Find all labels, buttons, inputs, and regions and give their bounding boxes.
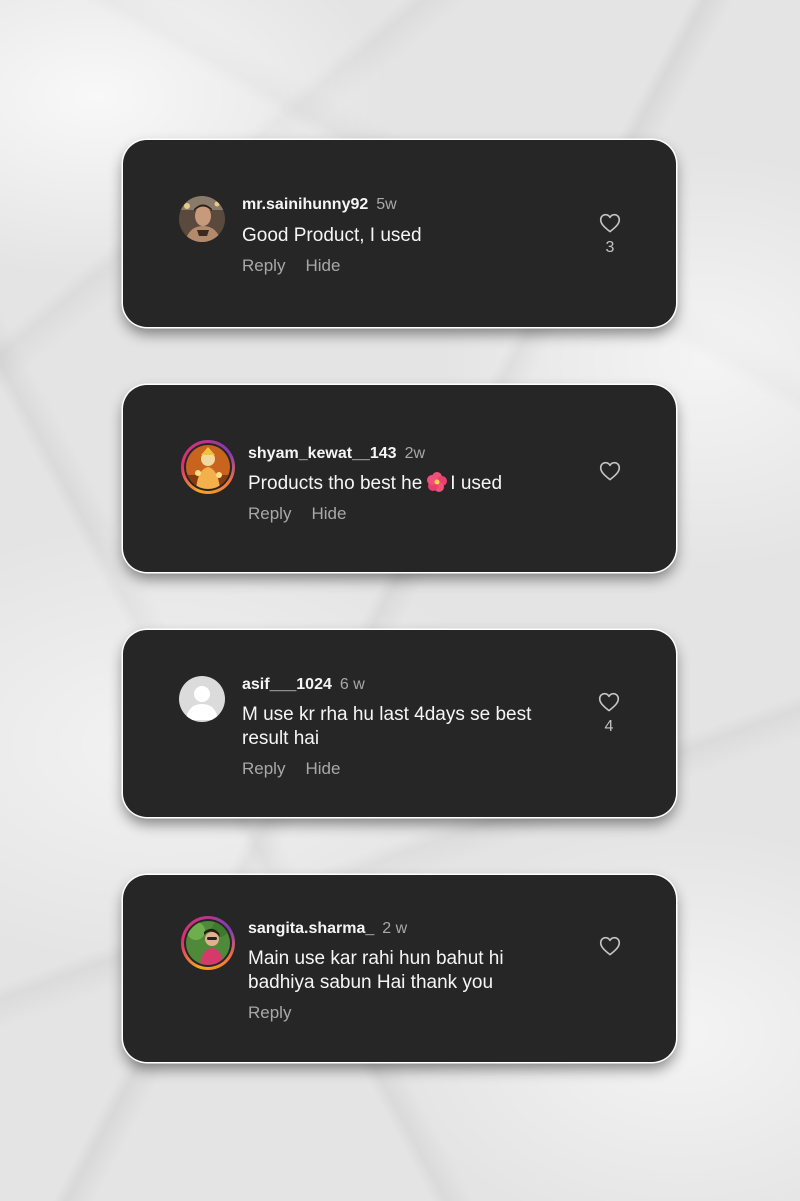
profile-photo-icon	[179, 196, 225, 242]
comment-card-3: asif___1024 6 w M use kr rha hu last 4day…	[123, 630, 676, 817]
like-area	[595, 936, 625, 956]
reply-button[interactable]: Reply	[242, 256, 285, 276]
like-count: 3	[605, 239, 615, 256]
avatar	[186, 445, 230, 489]
user-line: mr.sainihunny92 5w	[242, 195, 397, 215]
avatar-story-ring[interactable]	[181, 916, 235, 970]
comment-text: Products tho best he I used	[248, 472, 502, 499]
reply-button[interactable]: Reply	[242, 759, 285, 779]
avatar-ring-gap	[184, 443, 232, 491]
like-area: 3	[595, 213, 625, 257]
hide-button[interactable]: Hide	[305, 256, 340, 276]
like-area	[595, 461, 625, 481]
comment-text: Main use kar rahi hun bahut hi badhiya s…	[248, 947, 504, 995]
heart-icon[interactable]	[599, 936, 621, 956]
like-count: 4	[604, 718, 614, 735]
comment-text-line-2: badhiya sabun Hai thank you	[248, 972, 494, 993]
hibiscus-flower-icon	[426, 472, 448, 499]
comment-text-line-2: result hai	[242, 728, 320, 749]
username[interactable]: sangita.sharma_	[248, 920, 374, 937]
reply-button[interactable]: Reply	[248, 504, 291, 524]
comment-text-after: I used	[450, 473, 503, 494]
comment-text-line-1: Main use kar rahi hun bahut hi	[248, 948, 504, 969]
comment-text: Good Product, I used	[242, 225, 422, 246]
avatar-story-ring[interactable]	[181, 440, 235, 494]
timestamp: 5w	[376, 196, 397, 213]
comment-card-2: shyam_kewat__143 2w Products tho best he …	[123, 385, 676, 572]
comment-text-line-1: M use kr rha hu last 4days se best	[242, 704, 532, 725]
avatar	[186, 921, 230, 965]
profile-photo-icon	[186, 445, 230, 489]
heart-icon[interactable]	[599, 461, 621, 481]
username[interactable]: mr.sainihunny92	[242, 196, 368, 213]
heart-icon[interactable]	[598, 692, 620, 712]
reply-button[interactable]: Reply	[248, 1003, 291, 1023]
user-line: sangita.sharma_ 2 w	[248, 919, 407, 939]
profile-photo-icon	[186, 921, 230, 965]
timestamp: 2w	[404, 445, 426, 462]
comment-text: M use kr rha hu last 4days se best resul…	[242, 703, 531, 751]
hide-button[interactable]: Hide	[305, 759, 340, 779]
comment-actions: Reply Hide	[242, 759, 340, 779]
comment-actions: Reply Hide	[248, 504, 346, 524]
avatar[interactable]	[179, 676, 225, 722]
heart-icon[interactable]	[599, 213, 621, 233]
comment-actions: Reply Hide	[242, 256, 340, 276]
user-line: asif___1024 6 w	[242, 675, 365, 695]
comment-card-1: mr.sainihunny92 5w Good Product, I used R…	[123, 140, 676, 327]
default-avatar-icon	[179, 676, 225, 722]
avatar[interactable]	[179, 196, 225, 242]
timestamp: 6 w	[339, 676, 365, 693]
comment-text-before: Products tho best he	[248, 473, 423, 494]
username[interactable]: asif___1024	[242, 676, 332, 693]
user-line: shyam_kewat__143 2w	[248, 444, 425, 464]
comment-card-4: sangita.sharma_ 2 w Main use kar rahi hun…	[123, 875, 676, 1062]
avatar-ring-gap	[184, 919, 232, 967]
like-area: 4	[594, 692, 624, 736]
timestamp: 2 w	[382, 920, 408, 937]
username[interactable]: shyam_kewat__143	[248, 445, 397, 462]
hide-button[interactable]: Hide	[311, 504, 346, 524]
comment-actions: Reply	[248, 1003, 291, 1023]
